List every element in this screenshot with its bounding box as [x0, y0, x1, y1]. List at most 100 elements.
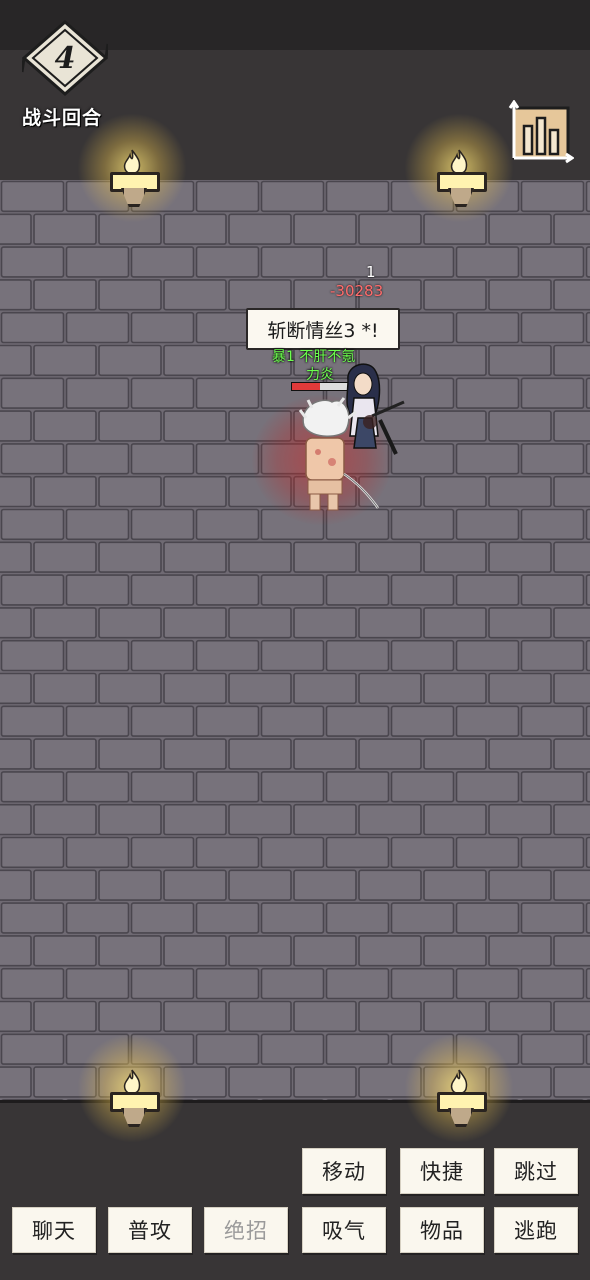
floor-brick — [228, 541, 292, 573]
floor-brick — [260, 967, 325, 1000]
floor-brick — [553, 738, 590, 770]
floor-brick — [553, 672, 590, 705]
floor-brick — [130, 574, 195, 606]
floor-brick — [0, 377, 65, 409]
floor-brick — [163, 475, 227, 508]
floor-brick — [65, 246, 130, 278]
shortcut-button[interactable]: 快捷 — [400, 1148, 484, 1194]
floor-brick — [325, 180, 390, 213]
floor-brick — [455, 311, 520, 344]
floor-brick — [520, 508, 585, 541]
torch-icon — [77, 1033, 187, 1143]
ultimate-button[interactable]: 绝招 — [204, 1207, 288, 1253]
floor-brick — [0, 311, 65, 344]
floor-brick — [585, 443, 590, 475]
floor-brick — [358, 541, 422, 573]
floor-brick — [358, 672, 422, 705]
floor-brick — [195, 836, 260, 869]
floor-brick — [488, 344, 552, 377]
chat-button[interactable]: 聊天 — [12, 1207, 96, 1253]
floor-brick — [488, 738, 552, 770]
floor-brick — [293, 607, 357, 639]
floor-brick — [33, 738, 97, 770]
floor-brick — [260, 836, 325, 869]
floor-brick — [390, 311, 455, 344]
floor-brick — [195, 443, 260, 475]
floor-brick — [293, 935, 357, 967]
floor-brick — [423, 541, 487, 573]
floor-brick — [0, 607, 32, 639]
floor-brick — [163, 738, 227, 770]
floor-brick — [423, 279, 487, 311]
floor-brick — [163, 607, 227, 639]
floor-brick — [65, 311, 130, 344]
floor-brick — [423, 935, 487, 967]
floor-brick — [293, 1066, 357, 1098]
floor-brick — [33, 1000, 97, 1033]
floor-brick — [65, 705, 130, 737]
floor-brick — [585, 246, 590, 278]
floor-brick — [195, 1033, 260, 1065]
floor-brick — [0, 1033, 65, 1065]
floor-brick — [293, 869, 357, 901]
floor-brick — [553, 1066, 590, 1098]
floor-brick — [520, 639, 585, 672]
floor-brick — [195, 967, 260, 1000]
floor-brick — [195, 771, 260, 803]
floor-brick — [33, 803, 97, 836]
floor-brick — [0, 738, 32, 770]
floor-brick — [488, 1000, 552, 1033]
floor-brick — [0, 836, 65, 869]
floor-brick — [390, 902, 455, 934]
floor-brick — [488, 475, 552, 508]
floor-brick — [33, 935, 97, 967]
floor-brick — [98, 541, 162, 573]
floor-brick — [163, 935, 227, 967]
floor-brick — [195, 574, 260, 606]
floor-brick — [520, 836, 585, 869]
floor-brick — [0, 574, 65, 606]
move-button[interactable]: 移动 — [302, 1148, 386, 1194]
floor-brick — [488, 672, 552, 705]
floor-brick — [0, 344, 32, 377]
floor-brick — [163, 672, 227, 705]
normal-attack-button[interactable]: 普攻 — [108, 1207, 192, 1253]
floor-brick — [260, 574, 325, 606]
floor-brick — [553, 475, 590, 508]
floor-brick — [488, 213, 552, 245]
floor-brick — [325, 574, 390, 606]
absorb-button[interactable]: 吸气 — [302, 1207, 386, 1253]
floor-brick — [65, 639, 130, 672]
skip-button[interactable]: 跳过 — [494, 1148, 578, 1194]
floor-brick — [195, 246, 260, 278]
floor-brick — [553, 935, 590, 967]
floor-brick — [195, 377, 260, 409]
floor-brick — [553, 279, 590, 311]
flee-button[interactable]: 逃跑 — [494, 1207, 578, 1253]
torch-icon — [77, 113, 187, 223]
items-button[interactable]: 物品 — [400, 1207, 484, 1253]
floor-brick — [65, 836, 130, 869]
bar-chart-icon[interactable] — [508, 100, 574, 166]
floor-brick — [65, 377, 130, 409]
floor-brick — [33, 672, 97, 705]
floor-brick — [553, 1000, 590, 1033]
floor-brick — [260, 1033, 325, 1065]
floor-brick — [488, 541, 552, 573]
floor-brick — [0, 672, 32, 705]
floor-brick — [0, 967, 65, 1000]
floor-brick — [0, 869, 32, 901]
floor-brick — [585, 574, 590, 606]
floor-brick — [520, 377, 585, 409]
damage-number: -30283 — [330, 282, 384, 300]
floor-brick — [325, 771, 390, 803]
floor-brick — [130, 443, 195, 475]
floor-brick — [488, 935, 552, 967]
floor-brick — [293, 672, 357, 705]
floor-brick — [520, 1033, 585, 1065]
floor-brick — [228, 803, 292, 836]
floor-brick — [195, 705, 260, 737]
floor-brick — [98, 410, 162, 442]
floor-brick — [163, 213, 227, 245]
floor-brick — [423, 672, 487, 705]
